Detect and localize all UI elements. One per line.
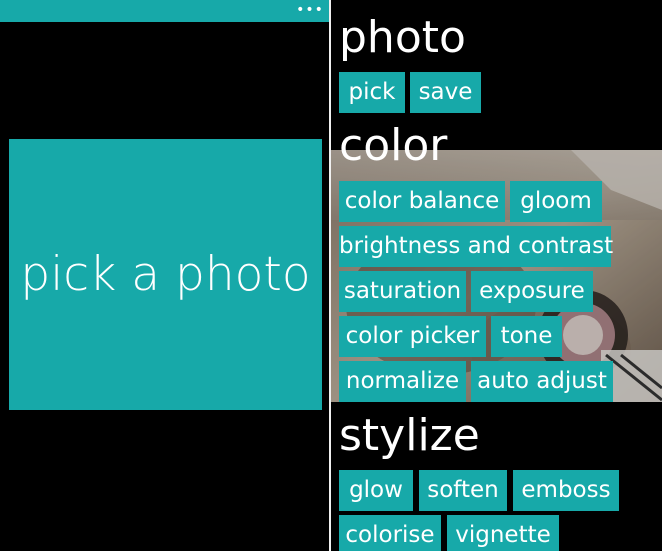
more-options-icon[interactable]: ••• xyxy=(295,0,325,22)
color-picker-button[interactable]: color picker xyxy=(339,316,486,357)
glow-button[interactable]: glow xyxy=(339,470,413,511)
app-screen: ••• pick a photo photo pick save color c… xyxy=(0,0,662,551)
auto-adjust-button[interactable]: auto adjust xyxy=(471,361,613,402)
pick-button[interactable]: pick xyxy=(339,72,405,113)
gloom-button[interactable]: gloom xyxy=(510,181,602,222)
app-bar: ••• xyxy=(0,0,329,22)
color-balance-button[interactable]: color balance xyxy=(339,181,505,222)
normalize-button[interactable]: normalize xyxy=(339,361,466,402)
color-heading: color xyxy=(339,120,448,171)
emboss-button[interactable]: emboss xyxy=(513,470,619,511)
left-pane: ••• pick a photo xyxy=(0,0,329,551)
soften-button[interactable]: soften xyxy=(419,470,507,511)
pick-a-photo-tile[interactable]: pick a photo xyxy=(9,139,322,410)
pick-a-photo-label: pick a photo xyxy=(20,247,311,302)
vignette-button[interactable]: vignette xyxy=(447,515,559,551)
exposure-button[interactable]: exposure xyxy=(471,271,593,312)
stylize-heading: stylize xyxy=(339,410,480,461)
saturation-button[interactable]: saturation xyxy=(339,271,466,312)
colorise-button[interactable]: colorise xyxy=(339,515,441,551)
right-pane: photo pick save color color balance gloo… xyxy=(331,0,662,551)
tone-button[interactable]: tone xyxy=(491,316,562,357)
brightness-and-contrast-button[interactable]: brightness and contrast xyxy=(339,226,613,267)
save-button[interactable]: save xyxy=(410,72,481,113)
photo-heading: photo xyxy=(339,12,466,63)
